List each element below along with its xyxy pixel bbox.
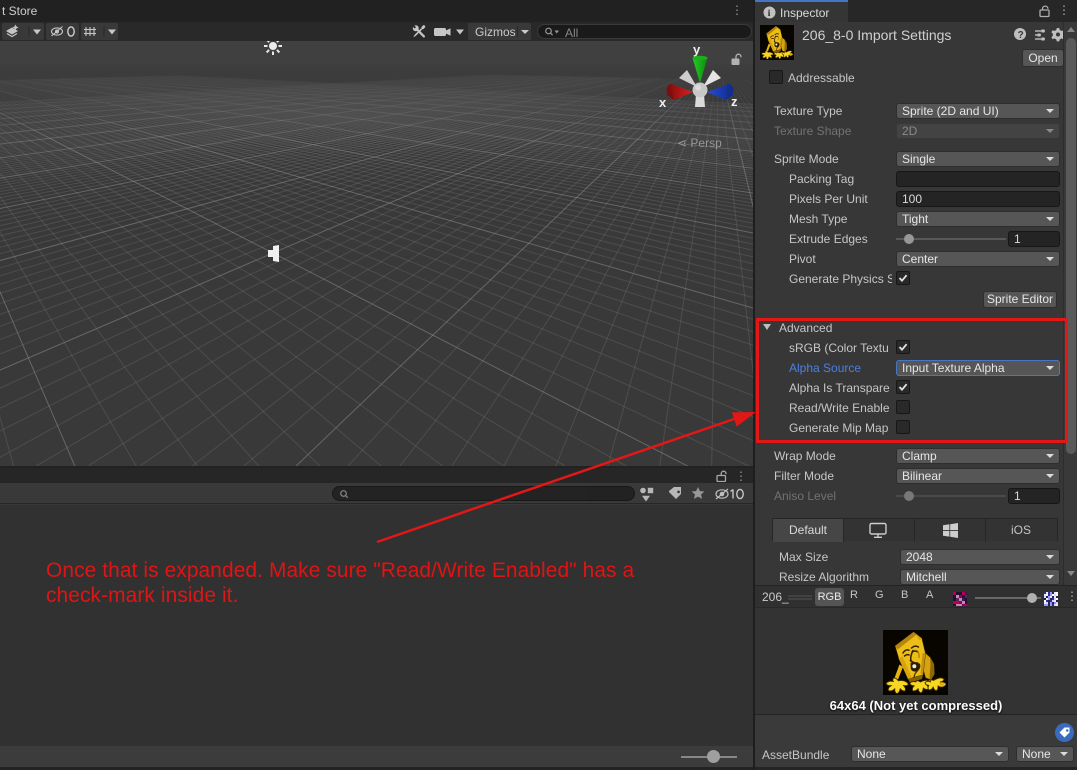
svg-text:?: ?	[1018, 30, 1024, 41]
svg-text:i: i	[768, 9, 771, 19]
